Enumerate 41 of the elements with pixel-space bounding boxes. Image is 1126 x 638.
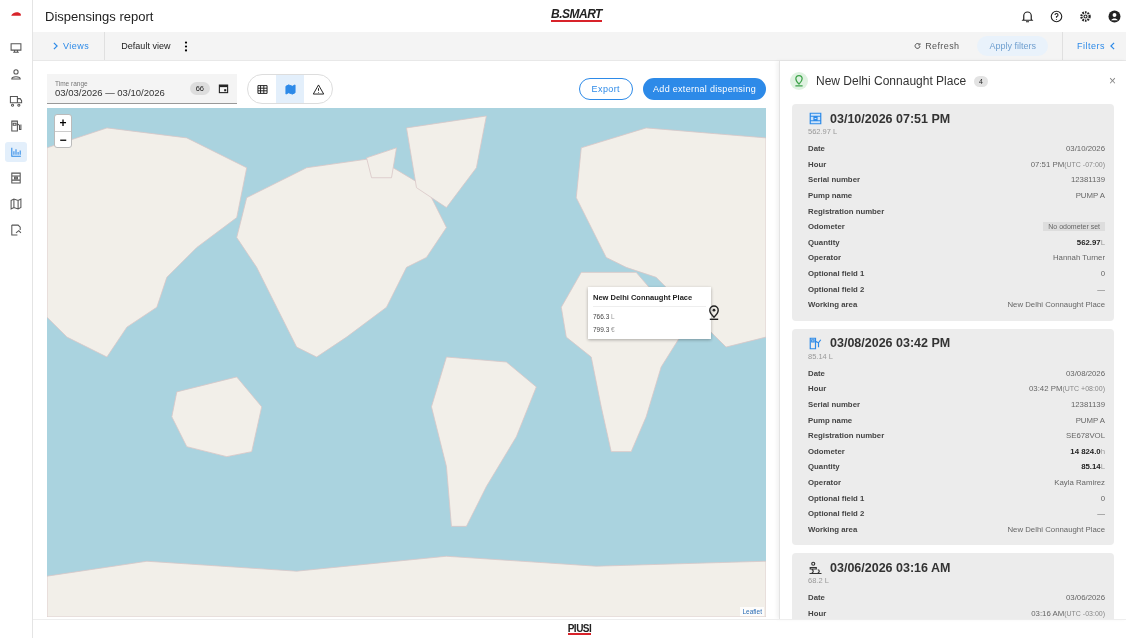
views-toggle[interactable]: Views <box>33 32 106 60</box>
page-title: Dispensings report <box>45 8 154 24</box>
zoom-in-button[interactable]: + <box>55 115 71 131</box>
brand-logo-icon <box>10 10 22 18</box>
bell-icon[interactable] <box>1020 8 1035 24</box>
location-pin-icon <box>790 72 808 90</box>
account-icon[interactable] <box>1107 8 1122 24</box>
zoom-out-button[interactable]: − <box>55 131 71 147</box>
filters-toggle[interactable]: Filters <box>1062 32 1126 60</box>
map-icon <box>283 82 297 96</box>
view-name: Default view <box>120 41 172 51</box>
chevron-right-icon <box>52 42 59 50</box>
box-icon <box>9 171 23 185</box>
map-pin-icon[interactable] <box>707 304 721 322</box>
people-icon <box>808 560 823 576</box>
add-dispensing-button[interactable]: Add external dispensing <box>643 78 766 100</box>
monitor-icon <box>9 41 23 55</box>
export-icon <box>9 223 23 237</box>
close-button[interactable]: × <box>1109 74 1116 88</box>
settings-icon[interactable] <box>1078 8 1093 24</box>
panel-title: New Delhi Connaught Place <box>816 74 967 88</box>
truck-icon <box>9 93 23 107</box>
refresh-button[interactable]: Refresh <box>910 41 960 51</box>
dispensing-title: 03/06/2026 03:16 AM <box>830 560 951 575</box>
dispensing-title: 03/10/2026 07:51 PM <box>830 111 951 126</box>
help-icon[interactable] <box>1049 8 1064 24</box>
map-icon <box>9 197 23 211</box>
refresh-icon <box>914 42 922 50</box>
brand-logo: B.SMART <box>551 9 602 22</box>
chevron-left-icon <box>1109 42 1116 50</box>
table-icon <box>255 82 269 96</box>
chart-icon <box>9 145 23 159</box>
calendar-icon[interactable] <box>218 83 229 94</box>
date-range-value: 03/03/2026 — 03/10/2026 <box>55 86 166 98</box>
alert-icon <box>311 82 325 96</box>
brand-logo: PIUSI <box>567 623 592 635</box>
pump-icon <box>808 335 823 351</box>
dispensing-title: 03/08/2026 03:42 PM <box>830 336 951 351</box>
more-icon[interactable] <box>184 40 189 52</box>
pump-icon <box>9 119 23 133</box>
person-icon <box>9 67 23 81</box>
